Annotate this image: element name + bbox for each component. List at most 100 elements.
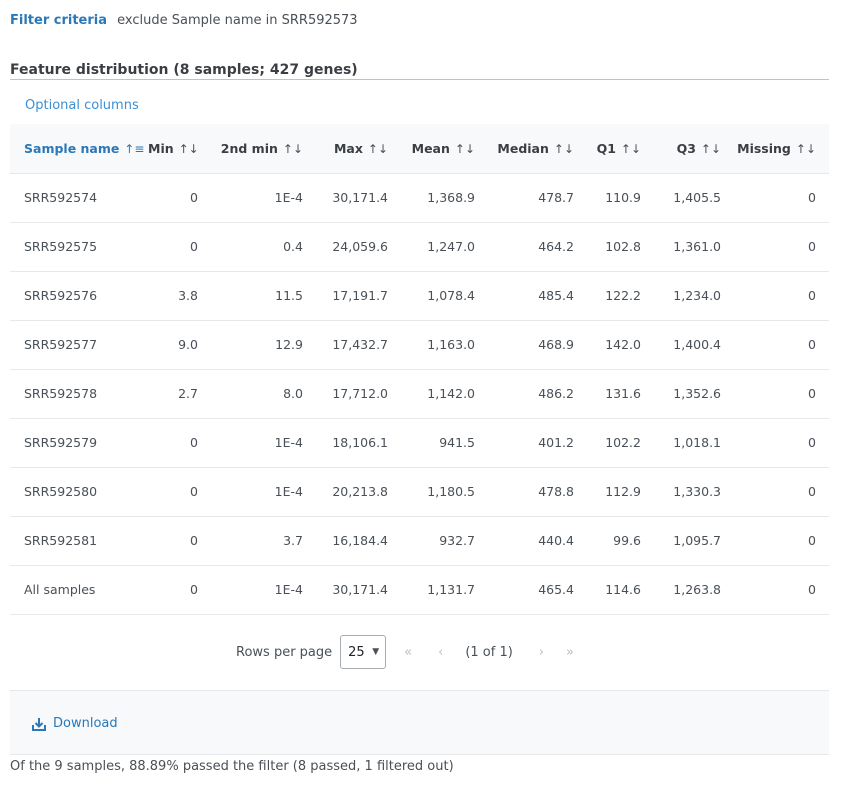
cell-missing: 0 (734, 222, 829, 272)
cell-q1: 131.6 (587, 369, 654, 419)
cell-2nd-min: 8.0 (211, 369, 316, 419)
cell-median: 485.4 (488, 271, 587, 321)
cell-sample-name: SRR592576 (10, 271, 148, 321)
cell-min: 2.7 (148, 369, 211, 419)
cell-min: 0 (148, 418, 211, 468)
cell-2nd-min: 1E-4 (211, 418, 316, 468)
column-header-q1[interactable]: Q1 ↑↓ (587, 124, 654, 174)
cell-mean: 1,131.7 (401, 565, 488, 615)
cell-median: 401.2 (488, 418, 587, 468)
column-header-missing[interactable]: Missing ↑↓ (734, 124, 829, 174)
cell-missing: 0 (734, 516, 829, 566)
column-header-sample-name[interactable]: Sample name ↑≡ (10, 124, 148, 174)
column-header-label: Q3 (676, 140, 696, 156)
cell-2nd-min: 1E-4 (211, 173, 316, 223)
cell-max: 17,432.7 (316, 320, 401, 370)
cell-q3: 1,405.5 (654, 173, 734, 223)
cell-q1: 102.2 (587, 418, 654, 468)
table-row-all-samples: All samples 0 1E-4 30,171.4 1,131.7 465.… (10, 565, 829, 615)
cell-q3: 1,018.1 (654, 418, 734, 468)
cell-mean: 1,163.0 (401, 320, 488, 370)
download-panel: Download (10, 690, 829, 755)
cell-max: 20,213.8 (316, 467, 401, 517)
cell-missing: 0 (734, 320, 829, 370)
cell-sample-name: SRR592575 (10, 222, 148, 272)
cell-missing: 0 (734, 418, 829, 468)
cell-median: 478.7 (488, 173, 587, 223)
cell-sample-name: SRR592574 (10, 173, 148, 223)
cell-missing: 0 (734, 173, 829, 223)
cell-max: 17,191.7 (316, 271, 401, 321)
column-header-mean[interactable]: Mean ↑↓ (401, 124, 488, 174)
sort-icon: ↑↓ (178, 141, 199, 156)
previous-page-icon[interactable]: ‹ (438, 645, 443, 660)
cell-missing: 0 (734, 369, 829, 419)
sort-ascending-icon: ↑≡ (124, 141, 145, 156)
cell-q1: 142.0 (587, 320, 654, 370)
cell-q3: 1,234.0 (654, 271, 734, 321)
cell-mean: 932.7 (401, 516, 488, 566)
cell-median: 465.4 (488, 565, 587, 615)
rows-per-page-select[interactable]: 25 ▼ (340, 635, 387, 669)
column-header-min[interactable]: Min ↑↓ (148, 124, 211, 174)
cell-q3: 1,263.8 (654, 565, 734, 615)
cell-mean: 1,368.9 (401, 173, 488, 223)
cell-2nd-min: 1E-4 (211, 565, 316, 615)
cell-q3: 1,400.4 (654, 320, 734, 370)
sort-icon: ↑↓ (367, 141, 388, 156)
cell-max: 30,171.4 (316, 173, 401, 223)
cell-mean: 1,078.4 (401, 271, 488, 321)
column-header-label: Sample name (24, 140, 120, 156)
column-header-median[interactable]: Median ↑↓ (488, 124, 587, 174)
cell-sample-name: SRR592581 (10, 516, 148, 566)
table-row: SRR592579 0 1E-4 18,106.1 941.5 401.2 10… (10, 418, 829, 468)
optional-columns-link[interactable]: Optional columns (25, 98, 139, 113)
cell-sample-name: SRR592577 (10, 320, 148, 370)
filter-criteria: Filter criteria exclude Sample name in S… (10, 13, 358, 28)
cell-missing: 0 (734, 271, 829, 321)
download-button[interactable]: Download (32, 716, 118, 731)
column-header-label: Median (497, 140, 549, 156)
table-row: SRR592580 0 1E-4 20,213.8 1,180.5 478.8 … (10, 467, 829, 517)
column-header-label: Min (148, 140, 174, 156)
cell-2nd-min: 12.9 (211, 320, 316, 370)
cell-q1: 112.9 (587, 467, 654, 517)
last-page-icon[interactable]: » (566, 645, 574, 660)
rows-per-page-label: Rows per page (236, 644, 333, 660)
cell-median: 464.2 (488, 222, 587, 272)
sort-icon: ↑↓ (454, 141, 475, 156)
paginator: Rows per page 25 ▼ « ‹ (1 of 1) › » (236, 633, 574, 671)
first-page-icon[interactable]: « (404, 645, 412, 660)
column-header-label: Max (333, 140, 363, 156)
column-header-label: Missing (737, 140, 791, 156)
cell-mean: 1,142.0 (401, 369, 488, 419)
column-header-label: Mean (411, 140, 450, 156)
cell-mean: 941.5 (401, 418, 488, 468)
next-page-icon[interactable]: › (539, 645, 544, 660)
cell-max: 30,171.4 (316, 565, 401, 615)
column-header-2nd-min[interactable]: 2nd min ↑↓ (211, 124, 316, 174)
filter-criteria-text: exclude Sample name in SRR592573 (117, 13, 358, 28)
section-divider (10, 79, 829, 80)
cell-max: 24,059.6 (316, 222, 401, 272)
cell-2nd-min: 0.4 (211, 222, 316, 272)
cell-q3: 1,361.0 (654, 222, 734, 272)
sort-icon: ↑↓ (553, 141, 574, 156)
cell-mean: 1,180.5 (401, 467, 488, 517)
cell-max: 16,184.4 (316, 516, 401, 566)
column-header-max[interactable]: Max ↑↓ (316, 124, 401, 174)
filter-criteria-label: Filter criteria (10, 13, 108, 28)
cell-q1: 102.8 (587, 222, 654, 272)
sort-icon: ↑↓ (795, 141, 816, 156)
cell-q3: 1,330.3 (654, 467, 734, 517)
cell-q1: 122.2 (587, 271, 654, 321)
cell-q3: 1,352.6 (654, 369, 734, 419)
sort-icon: ↑↓ (620, 141, 641, 156)
column-header-q3[interactable]: Q3 ↑↓ (654, 124, 734, 174)
section-title: Feature distribution (8 samples; 427 gen… (10, 62, 358, 78)
cell-median: 478.8 (488, 467, 587, 517)
column-header-label: Q1 (596, 140, 616, 156)
cell-min: 0 (148, 565, 211, 615)
column-header-label: 2nd min (220, 140, 278, 156)
cell-max: 18,106.1 (316, 418, 401, 468)
